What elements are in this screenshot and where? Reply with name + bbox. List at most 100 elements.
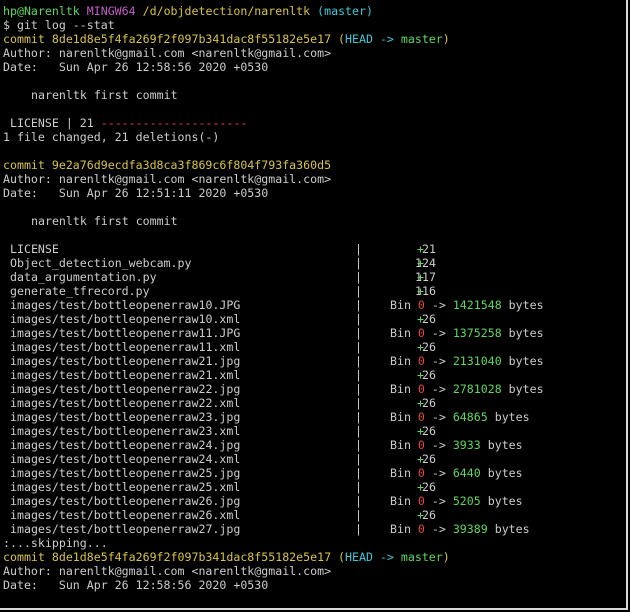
- binary-label: Bin: [390, 382, 418, 396]
- commit-hash: commit 8de1d8e5f4fa269f2f097b341dac8f551…: [3, 550, 332, 564]
- binary-old-size: 0: [417, 326, 425, 340]
- stat-summary: 1 file changed, 21 deletions(-): [3, 130, 220, 144]
- binary-label: Bin: [390, 522, 418, 536]
- diffstat-binary-change: Bin 0 -> 6440 bytes: [390, 466, 523, 480]
- binary-unit: bytes: [487, 522, 530, 536]
- diffstat-path: images/test/bottleopenerraw27.jpg: [10, 522, 241, 536]
- diffstat-path: images/test/bottleopenerraw24.jpg: [10, 438, 241, 452]
- diffstat-separator: |: [355, 382, 362, 396]
- binary-unit: bytes: [501, 298, 544, 312]
- diffstat-row: images/test/bottleopenerraw26.jpg | Bin 0 …: [3, 494, 626, 508]
- diffstat-row: Object_detection_webcam.py | 124 +: [3, 256, 626, 270]
- binary-unit: bytes: [480, 438, 523, 452]
- diffstat-path: LICENSE: [10, 242, 59, 256]
- diffstat-count: 26: [422, 340, 436, 354]
- diffstat-path: images/test/bottleopenerraw11.xml: [10, 340, 241, 354]
- diffstat-list: LICENSE | 21 + Object_detection_webcam.py | 12…: [3, 242, 626, 536]
- binary-old-size: 0: [417, 382, 425, 396]
- diffstat-path: generate_tfrecord.py: [10, 284, 150, 298]
- diffstat-path: Object_detection_webcam.py: [10, 256, 192, 270]
- diffstat-path: data_argumentation.py: [10, 270, 157, 284]
- binary-old-size: 0: [417, 354, 425, 368]
- binary-unit: bytes: [501, 382, 544, 396]
- diffstat-count: 21: [422, 242, 436, 256]
- diffstat-insertions: +: [417, 368, 424, 382]
- diffstat-insertions: +: [417, 256, 424, 270]
- binary-arrow: ->: [424, 494, 453, 508]
- binary-arrow: ->: [424, 326, 453, 340]
- ref-open: (: [338, 550, 346, 564]
- commit-header: commit 8de1d8e5f4fa269f2f097b341dac8f551…: [3, 550, 626, 564]
- diffstat-path: images/test/bottleopenerraw26.xml: [10, 508, 241, 522]
- binary-arrow: ->: [424, 522, 453, 536]
- diffstat-row: generate_tfrecord.py | 116 +: [3, 284, 626, 298]
- commit-header: commit 8de1d8e5f4fa269f2f097b341dac8f551…: [3, 32, 626, 46]
- binary-old-size: 0: [417, 494, 425, 508]
- terminal-window[interactable]: hp@Narenltk MINGW64 /d/objdetection/nare…: [0, 0, 628, 610]
- diffstat-separator: |: [355, 466, 362, 480]
- binary-new-size: 5205: [452, 494, 481, 508]
- diffstat-row: images/test/bottleopenerraw23.xml | 26 +: [3, 424, 626, 438]
- diffstat-row: images/test/bottleopenerraw10.xml | 26 +: [3, 312, 626, 326]
- binary-new-size: 3933: [452, 438, 481, 452]
- binary-label: Bin: [390, 494, 418, 508]
- diffstat-insertions: +: [417, 396, 424, 410]
- diffstat-separator: |: [355, 368, 362, 382]
- diffstat-separator: |: [355, 508, 362, 522]
- binary-unit: bytes: [501, 354, 544, 368]
- head-ref: HEAD ->: [345, 550, 401, 564]
- diffstat-separator: |: [355, 298, 362, 312]
- commit-date: Date: Sun Apr 26 12:51:11 2020 +0530: [3, 186, 269, 200]
- binary-arrow: ->: [424, 438, 453, 452]
- diffstat-row: images/test/bottleopenerraw27.jpg | Bin 0 …: [3, 522, 626, 536]
- diffstat-insertions: +: [417, 270, 424, 284]
- binary-arrow: ->: [424, 298, 453, 312]
- binary-new-size: 2131040: [452, 354, 502, 368]
- commit-message: narenltk first commit: [31, 214, 178, 228]
- diffstat-separator: |: [355, 256, 362, 270]
- binary-old-size: 0: [417, 438, 425, 452]
- diffstat-path: images/test/bottleopenerraw26.jpg: [10, 494, 241, 508]
- binary-old-size: 0: [417, 410, 425, 424]
- commit-header: commit 9e2a76d9ecdfa3d8ca3f869c6f804f793…: [3, 158, 332, 172]
- diffstat-separator: |: [355, 242, 362, 256]
- diffstat-count: 26: [422, 452, 436, 466]
- diffstat-separator: |: [355, 438, 362, 452]
- diffstat-row: images/test/bottleopenerraw22.xml | 26 +: [3, 396, 626, 410]
- binary-label: Bin: [390, 466, 418, 480]
- binary-unit: bytes: [487, 410, 530, 424]
- branch-ref: master: [400, 550, 443, 564]
- diffstat-row: images/test/bottleopenerraw10.JPG | Bin 0 …: [3, 298, 626, 312]
- diffstat-count: 26: [422, 312, 436, 326]
- commit-date: Date: Sun Apr 26 12:58:56 2020 +0530: [3, 60, 269, 74]
- binary-unit: bytes: [480, 466, 523, 480]
- diffstat-insertions: +: [417, 312, 424, 326]
- diffstat-count: 26: [422, 368, 436, 382]
- diffstat-separator: |: [355, 396, 362, 410]
- diffstat-separator: |: [355, 494, 362, 508]
- binary-unit: bytes: [501, 326, 544, 340]
- binary-old-size: 0: [417, 522, 425, 536]
- diffstat-insertions: +: [417, 242, 424, 256]
- binary-new-size: 6440: [452, 466, 481, 480]
- diffstat-row: images/test/bottleopenerraw22.jpg | Bin 0 …: [3, 382, 626, 396]
- commit-hash: commit 8de1d8e5f4fa269f2f097b341dac8f551…: [3, 32, 332, 46]
- binary-arrow: ->: [424, 410, 453, 424]
- diffstat-row: images/test/bottleopenerraw25.jpg | Bin 0 …: [3, 466, 626, 480]
- diffstat-path: images/test/bottleopenerraw25.xml: [10, 480, 241, 494]
- ref-open: (: [338, 32, 346, 46]
- prompt-user-host: hp@Narenltk: [3, 4, 80, 18]
- prompt-path: /d/objdetection/narenltk: [142, 4, 311, 18]
- diffstat-count: 26: [422, 424, 436, 438]
- binary-label: Bin: [390, 354, 418, 368]
- binary-unit: bytes: [480, 494, 523, 508]
- diffstat-row: images/test/bottleopenerraw21.xml | 26 +: [3, 368, 626, 382]
- diffstat-row: images/test/bottleopenerraw26.xml | 26 +: [3, 508, 626, 522]
- diffstat-row: images/test/bottleopenerraw11.xml | 26 +: [3, 340, 626, 354]
- diffstat-separator: |: [355, 284, 362, 298]
- diffstat-binary-change: Bin 0 -> 5205 bytes: [390, 494, 523, 508]
- commit-message: narenltk first commit: [31, 88, 178, 102]
- prompt-branch: (master): [317, 4, 373, 18]
